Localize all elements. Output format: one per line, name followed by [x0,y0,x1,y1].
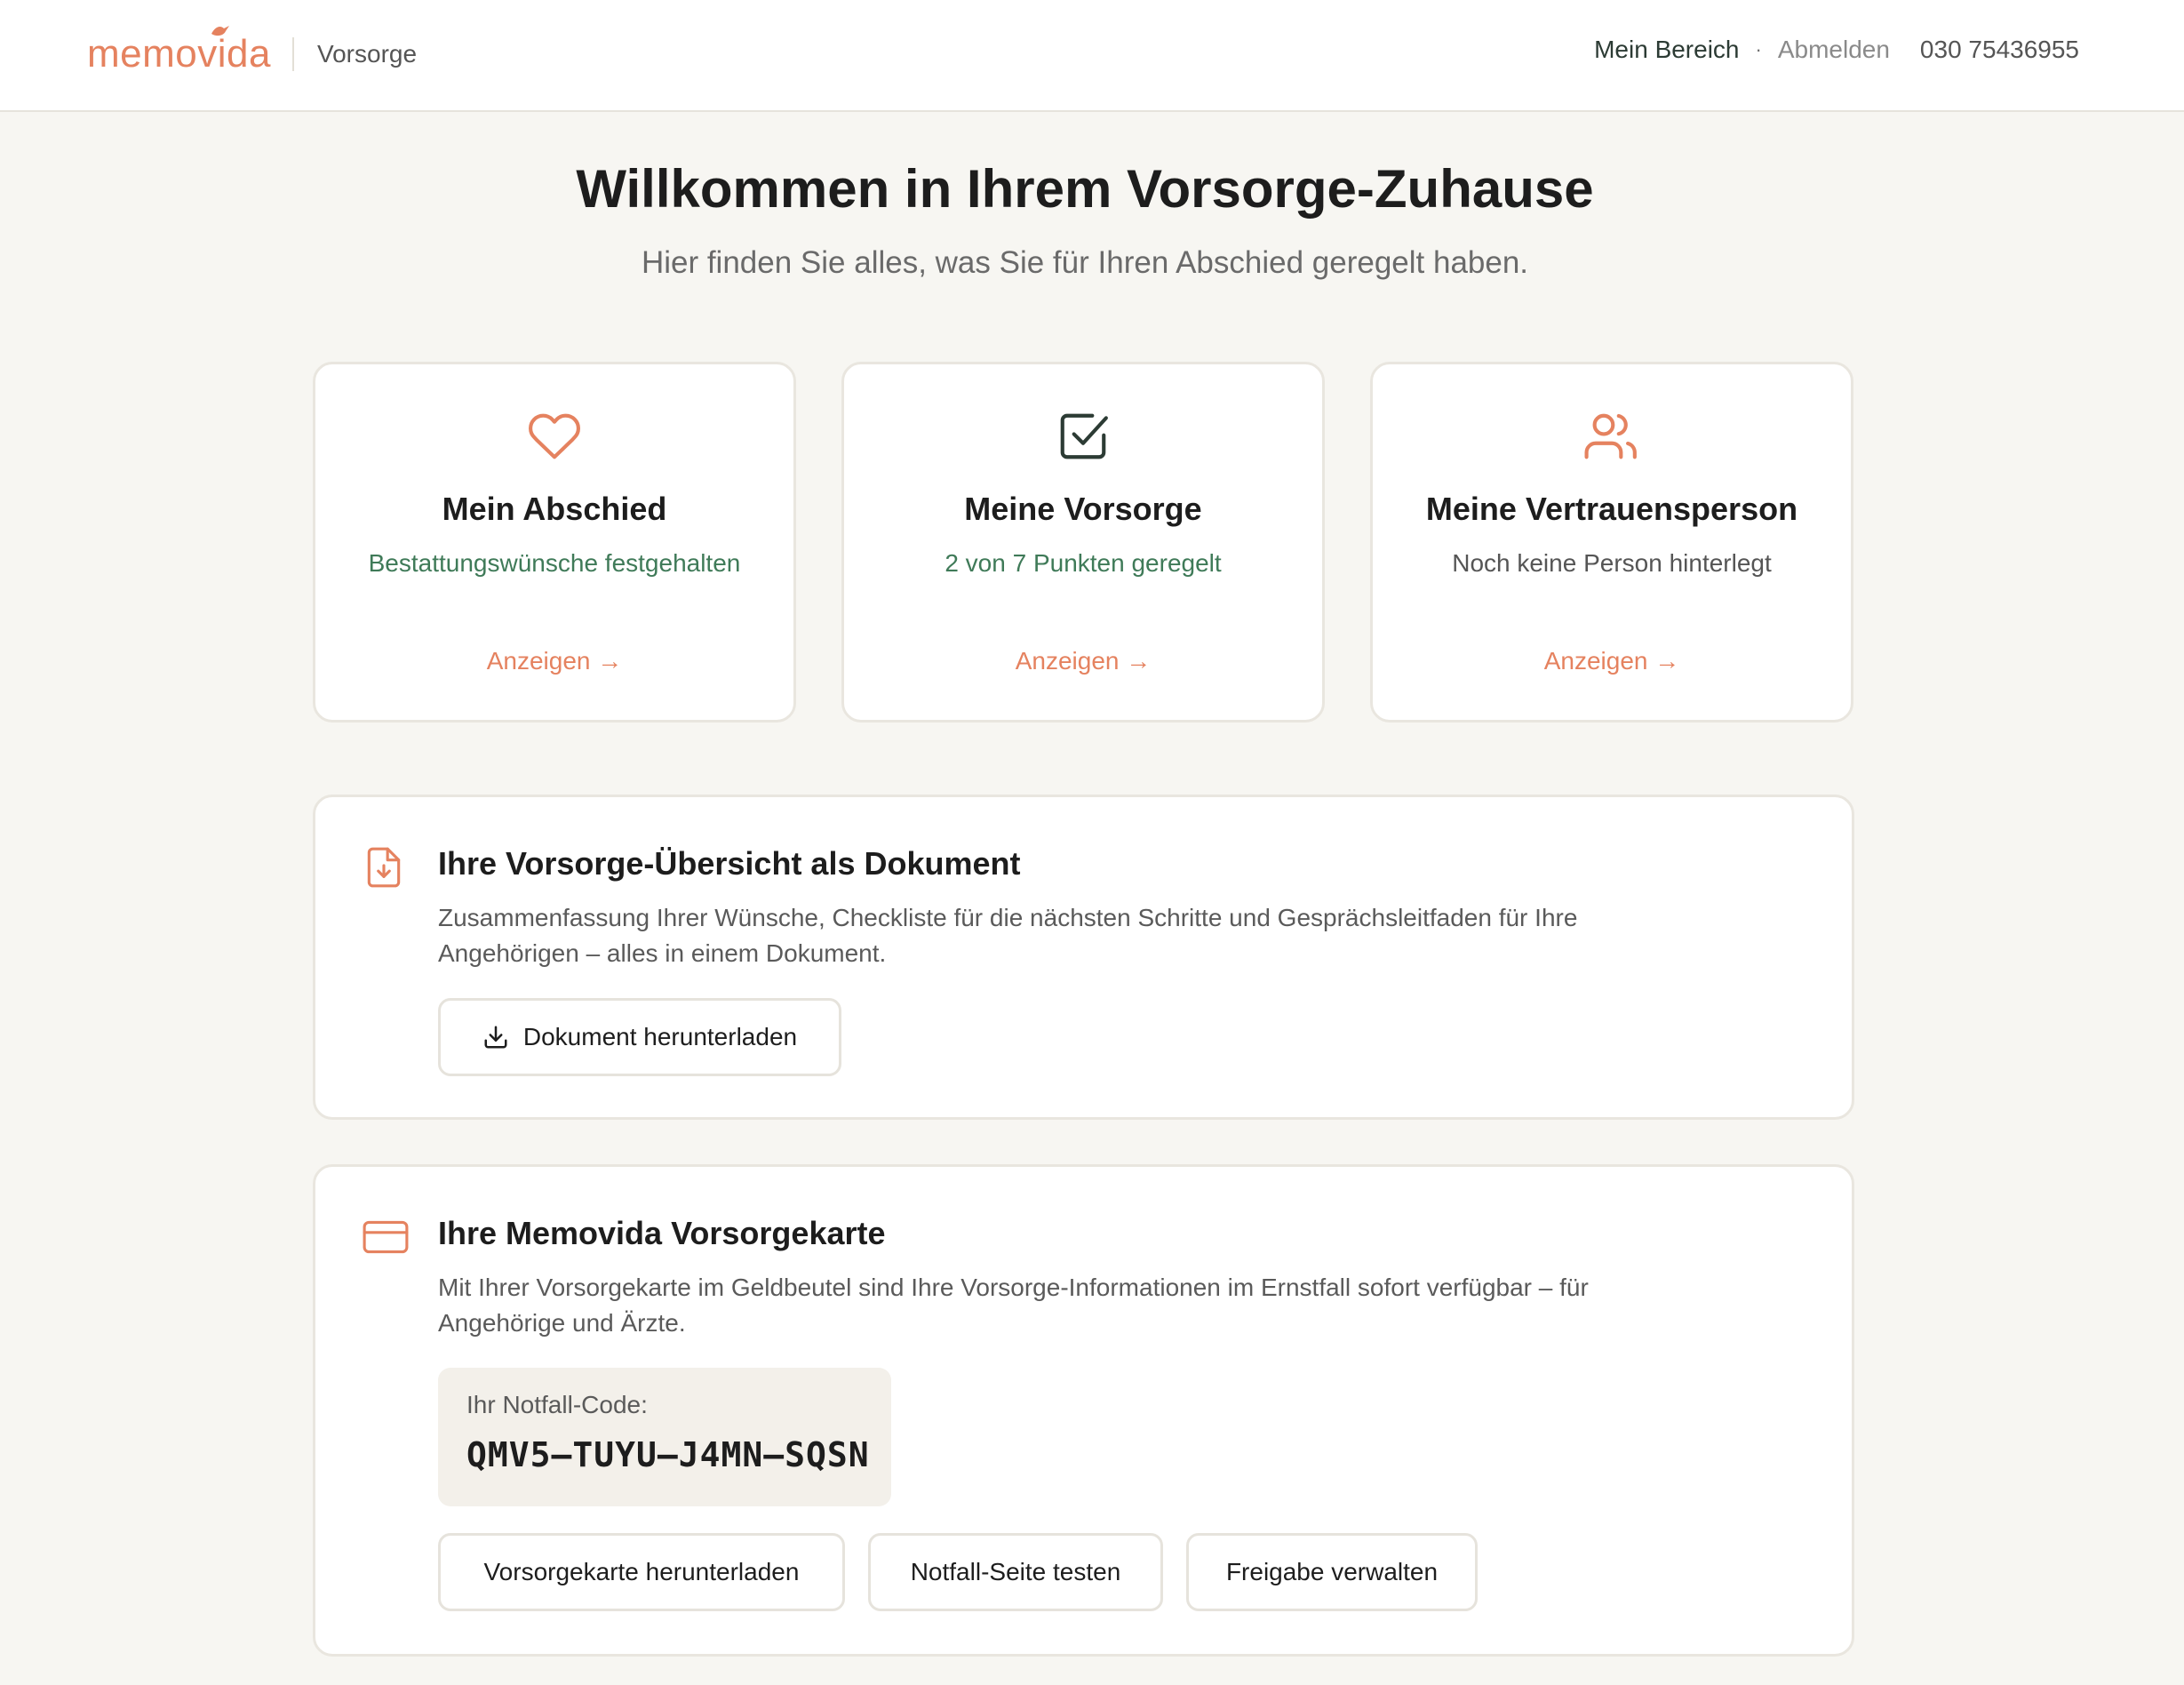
tile-farewell[interactable]: Mein Abschied Bestattungswünsche festgeh… [313,362,796,723]
checkbox-icon [1060,413,1108,459]
emergency-code-box: Ihr Notfall-Code: QMV5–TUYU–J4MN–SQSN [438,1368,891,1506]
tile-provision[interactable]: Meine Vorsorge 2 von 7 Punkten geregelt … [841,362,1325,723]
credit-card-icon [363,1220,409,1254]
test-emergency-page-button[interactable]: Notfall-Seite testen [868,1533,1163,1611]
users-icon [1584,413,1637,459]
tile-status: Bestattungswünsche festgehalten [368,549,741,577]
card-panel-title: Ihre Memovida Vorsorgekarte [438,1215,886,1251]
tile-provision-show-link[interactable]: Anzeigen → [844,647,1322,675]
download-document-button[interactable]: Dokument herunterladen [438,998,841,1076]
page-title: Willkommen in Ihrem Vorsorge-Zuhause [576,159,1594,219]
tile-trusted-person[interactable]: Meine Vertrauensperson Noch keine Person… [1370,362,1853,723]
download-card-button[interactable]: Vorsorgekarte herunterladen [438,1533,845,1611]
top-bar: memovida Vorsorge Mein Bereich · Abmelde… [0,0,2184,112]
tile-status: 2 von 7 Punkten geregelt [945,549,1222,577]
memovida-logo[interactable]: memovida [87,26,271,76]
bird-icon [211,26,229,36]
emergency-code-value[interactable]: QMV5–TUYU–J4MN–SQSN [466,1435,870,1474]
file-download-icon [367,847,401,888]
provision-card-panel: Ihre Memovida Vorsorgekarte Mit Ihrer Vo… [313,1164,1854,1657]
top-navigation: Mein Bereich · Abmelden 030 75436955 [1594,36,2079,64]
document-panel-description: Zusammenfassung Ihrer Wünsche, Checklist… [438,904,1578,967]
tile-status: Noch keine Person hinterlegt [1452,549,1772,577]
tile-trusted-person-show-link[interactable]: Anzeigen → [1373,647,1851,675]
phone-number-link[interactable]: 030 75436955 [1920,36,2079,64]
card-panel-description: Mit Ihrer Vorsorgekarte im Geldbeutel si… [438,1274,1589,1337]
nav-my-area-link[interactable]: Mein Bereich [1594,36,1739,64]
brand-divider [291,37,294,71]
page-subtitle: Hier finden Sie alles, was Sie für Ihren… [641,245,1529,280]
emergency-code-label: Ihr Notfall-Code: [466,1391,648,1418]
download-document-label: Dokument herunterladen [522,1023,798,1050]
tile-title: Mein Abschied [442,491,667,527]
tile-farewell-show-link[interactable]: Anzeigen → [315,647,793,675]
document-panel-title: Ihre Vorsorge-Übersicht als Dokument [438,845,1021,882]
document-panel: Ihre Vorsorge-Übersicht als Dokument Zus… [313,795,1854,1120]
logout-link[interactable]: Abmelden [1778,36,1890,64]
manage-sharing-button[interactable]: Freigabe verwalten [1186,1533,1478,1611]
download-icon [484,1026,507,1049]
heart-icon [529,413,580,459]
logo-text: memovida [87,32,271,76]
tile-title: Meine Vorsorge [964,491,1202,527]
nav-separator: · [1755,38,1762,60]
tile-title: Meine Vertrauensperson [1425,491,1798,527]
brand: memovida Vorsorge [87,23,417,85]
section-name: Vorsorge [316,40,418,68]
